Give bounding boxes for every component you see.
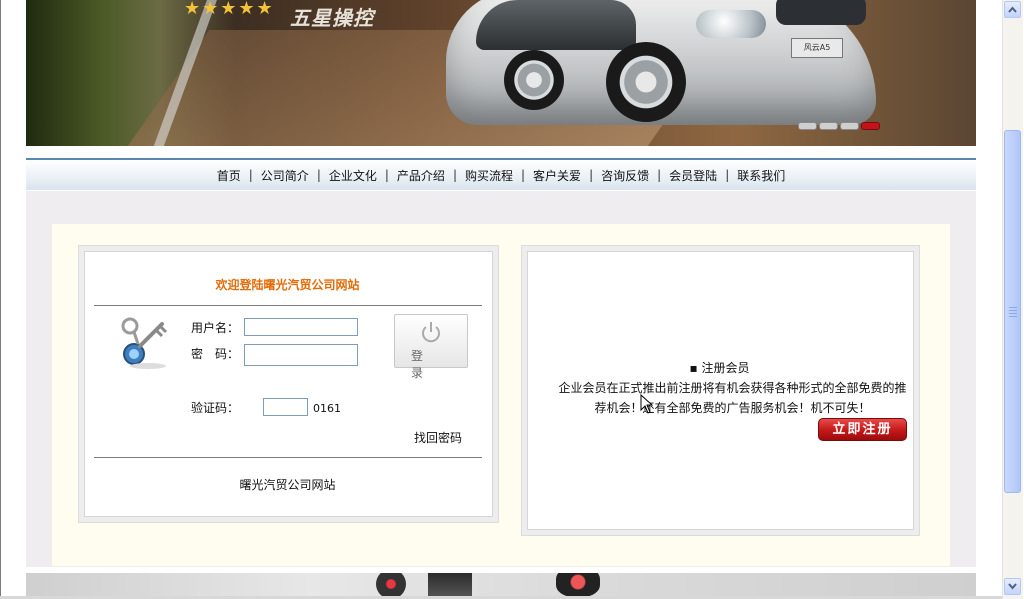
banner-slogan: 五星操控 [290, 6, 374, 30]
car-plate: 风云A5 [791, 38, 843, 58]
slider-dot[interactable] [840, 122, 859, 130]
nav-separator: | [657, 168, 662, 182]
login-button-label: 登录 [411, 349, 444, 380]
scroll-thumb[interactable] [1004, 130, 1021, 493]
login-divider-top [94, 305, 482, 306]
arrow-up-icon [1008, 6, 1017, 13]
nav-separator: | [384, 168, 389, 182]
nav-item[interactable]: 会员登陆 [669, 167, 717, 184]
username-input[interactable] [244, 318, 358, 336]
car-rear-wheel [504, 50, 564, 110]
scroll-grip-icon [1009, 307, 1017, 319]
car-window [476, 0, 636, 50]
engine-thumbnail [428, 573, 472, 597]
rating-stars: ★★★★★ [184, 0, 275, 19]
register-now-button[interactable]: 立即注册 [818, 418, 907, 441]
window-left-border [0, 0, 1, 599]
username-label: 用户名： [191, 321, 240, 335]
register-title: ▪ 注册会员 [689, 361, 750, 375]
login-welcome-title: 欢迎登陆曙光汽贸公司网站 [215, 278, 360, 292]
car-image: 风云A5 [446, 0, 876, 125]
slider-dot[interactable] [798, 122, 817, 130]
login-divider-bottom [94, 457, 482, 458]
captcha-code: 0161 [313, 402, 341, 415]
nav-item[interactable]: 购买流程 [465, 167, 513, 184]
captcha-input[interactable] [263, 398, 308, 416]
power-icon [422, 322, 440, 343]
bottom-product-strip [26, 573, 976, 597]
vertical-scrollbar[interactable] [1002, 0, 1023, 599]
login-footer-site-name: 曙光汽贸公司网站 [239, 478, 336, 492]
password-label: 密 码： [191, 347, 240, 361]
key-icon [121, 317, 168, 369]
nav-separator: | [725, 168, 730, 182]
car-headlight [696, 10, 766, 38]
nav-item[interactable]: 咨询反馈 [601, 167, 649, 184]
captcha-label: 验证码： [191, 401, 240, 415]
slider-dot[interactable] [861, 122, 880, 130]
nav-separator: | [521, 168, 526, 182]
arrow-down-icon [1008, 583, 1017, 590]
scroll-down-button[interactable] [1004, 578, 1021, 595]
nav-item[interactable]: 企业文化 [329, 167, 377, 184]
mouse-cursor-icon [640, 394, 654, 414]
password-input[interactable] [244, 344, 358, 366]
nav-separator: | [589, 168, 594, 182]
nav-separator: | [316, 168, 321, 182]
car-grille [776, 0, 866, 25]
register-description: 企业会员在正式推出前注册将有机会获得各种形式的全部免费的推荐机会！还有全部免费的… [558, 381, 907, 415]
nav-separator: | [452, 168, 457, 182]
dashboard-thumbnail [556, 573, 600, 597]
nav-item[interactable]: 公司简介 [261, 167, 309, 184]
nav-item[interactable]: 首页 [217, 167, 241, 184]
find-password-link[interactable]: 找回密码 [414, 429, 462, 446]
slider-dots [798, 122, 880, 130]
login-button[interactable]: 登录 [394, 314, 468, 380]
nav-item[interactable]: 客户关爱 [533, 167, 581, 184]
car-front-wheel [606, 42, 686, 122]
main-nav: 首页 | 公司简介 | 企业文化 | 产品介绍 | 购买流程 | 客户关爱 | 咨询反馈 | 会员登陆 | 联系… [26, 158, 976, 190]
nav-item[interactable]: 产品介绍 [397, 167, 445, 184]
nav-item[interactable]: 联系我们 [737, 167, 785, 184]
gauge-thumbnail [376, 573, 406, 597]
hero-banner: ★★★★★ 五星操控 风云A5 [26, 0, 976, 146]
slider-dot[interactable] [819, 122, 838, 130]
scroll-up-button[interactable] [1004, 1, 1021, 18]
nav-separator: | [248, 168, 253, 182]
